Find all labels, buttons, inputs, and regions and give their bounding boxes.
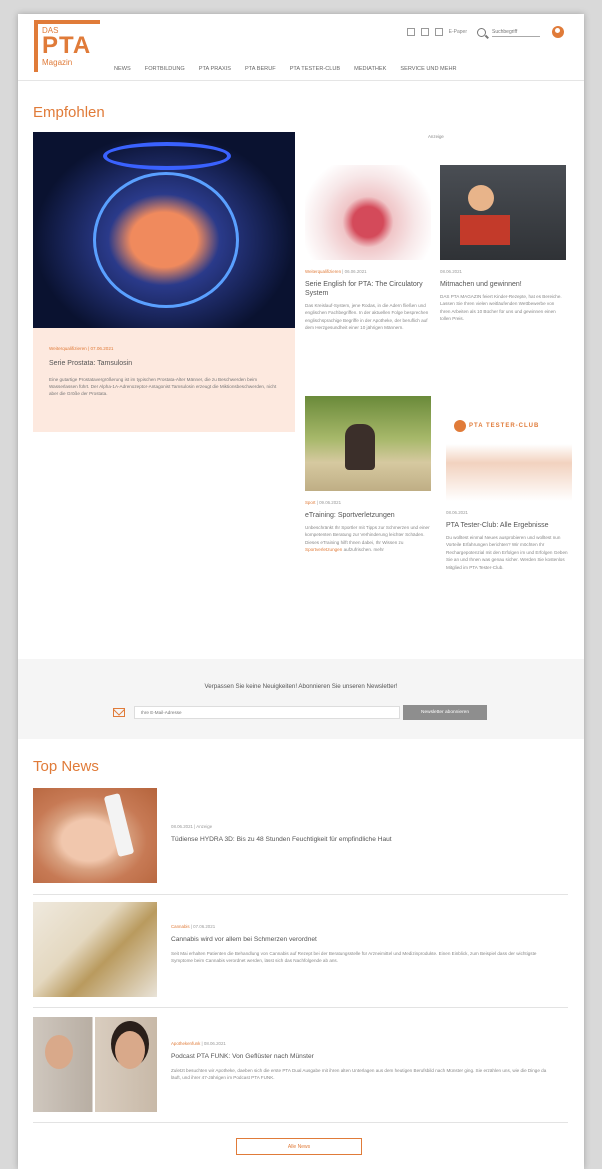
card-meta: 08.06.2021 xyxy=(446,510,572,515)
tester-logo-text: PTA TESTER-CLUB xyxy=(469,423,540,429)
mail-icon xyxy=(113,708,125,717)
article-card[interactable]: Sport | 09.06.2021 eTraining: Sportverle… xyxy=(305,396,431,554)
card-teaser: DAS PTA MAGAZIN feiert Kinder-Rezepte, h… xyxy=(440,294,562,322)
nav-item-mediathek[interactable]: MEDIATHEK xyxy=(354,66,386,72)
news-divider xyxy=(33,894,568,895)
card-teaser-text: Unbeschränkt Ihr Sportler mit Tipps zur … xyxy=(305,525,430,545)
card-date: 06.06.2021 xyxy=(344,269,367,274)
search-icon[interactable] xyxy=(477,27,486,37)
news-image xyxy=(33,788,157,883)
nav-item-pta-tester-club[interactable]: PTA TESTER-CLUB xyxy=(290,66,340,72)
newsletter-section: Verpassen Sie keine Neuigkeiten! Abonnie… xyxy=(18,659,584,739)
page: DAS PTA Magazin E-Paper NEWS FORTBILDUNG… xyxy=(18,14,584,1169)
news-meta: 08.06.2021 | Anzeige xyxy=(171,824,213,829)
card-teaser-link[interactable]: Sportverletzungen xyxy=(305,547,342,552)
news-title[interactable]: Tüdiense HYDRA 3D: Bis zu 48 Stunden Feu… xyxy=(171,836,392,843)
logo-magazin: Magazin xyxy=(42,58,73,67)
card-title[interactable]: Mitmachen und gewinnen! xyxy=(440,280,566,289)
card-date: 08.06.2021 xyxy=(440,269,462,274)
news-title[interactable]: Cannabis wird vor allem bei Schmerzen ve… xyxy=(171,936,317,943)
logo-bar-left xyxy=(34,20,38,72)
featured-image xyxy=(33,132,295,328)
news-teaser: Zuletzt besuchten wir Apotheke, daeben s… xyxy=(171,1068,547,1080)
news-category: Cannabis xyxy=(171,924,190,929)
card-image xyxy=(305,165,431,260)
news-date: 08.06.2021 xyxy=(203,1041,226,1046)
newsletter-subscribe-button[interactable]: Newsletter abonnieren xyxy=(403,705,487,720)
card-image xyxy=(440,165,566,260)
article-card[interactable]: Weiterqualifizieren | 06.06.2021 Serie E… xyxy=(305,165,431,332)
featured-meta: Weiterqualifizieren | 07.06.2021 xyxy=(49,346,114,351)
news-teaser: Seit Mai erhalten Patienten die Behandlu… xyxy=(171,951,537,963)
card-title[interactable]: eTraining: Sportverletzungen xyxy=(305,511,431,520)
search-input[interactable] xyxy=(492,27,540,37)
ad-label: Anzeige xyxy=(428,134,444,139)
card-category: Weiterqualifizieren xyxy=(305,269,342,274)
nav-item-pta-praxis[interactable]: PTA PRAXIS xyxy=(199,66,231,72)
card-title[interactable]: PTA Tester-Club: Alle Ergebnisse xyxy=(446,521,572,530)
epaper-link[interactable]: E-Paper xyxy=(449,29,467,35)
news-item[interactable]: Apothekenfunk | 08.06.2021 Podcast PTA F… xyxy=(33,1017,568,1113)
featured-article[interactable]: Weiterqualifizieren | 07.06.2021 Serie P… xyxy=(33,132,295,432)
card-title[interactable]: Serie English for PTA: The Circulatory S… xyxy=(305,280,431,298)
news-divider xyxy=(33,1007,568,1008)
utility-bar: E-Paper xyxy=(406,26,564,38)
featured-teaser: Eine gutartige Prostatavergrößerung ist … xyxy=(49,377,277,396)
card-teaser: Das Kreislauf-System, jene Rodas, in die… xyxy=(305,303,429,331)
site-logo[interactable]: DAS PTA Magazin xyxy=(34,20,100,76)
article-card[interactable]: PTA TESTER-CLUB 08.06.2021 PTA Tester-Cl… xyxy=(446,406,572,571)
newsletter-email-input[interactable] xyxy=(134,706,400,719)
nav-item-pta-beruf[interactable]: PTA BERUF xyxy=(245,66,276,72)
card-meta: 08.06.2021 xyxy=(440,269,566,274)
card-category: Sport xyxy=(305,500,316,505)
card-image xyxy=(305,396,431,491)
news-meta: Apothekenfunk | 08.06.2021 xyxy=(171,1041,226,1046)
news-image xyxy=(33,1017,157,1112)
news-date: 07.06.2021 xyxy=(193,924,216,929)
facebook-icon[interactable] xyxy=(420,28,429,36)
news-divider xyxy=(33,1122,568,1123)
nav-item-fortbildung[interactable]: FORTBILDUNG xyxy=(145,66,185,72)
user-icon[interactable] xyxy=(552,26,564,38)
news-item[interactable]: 08.06.2021 | Anzeige Tüdiense HYDRA 3D: … xyxy=(33,788,568,884)
logo-pta: PTA xyxy=(42,32,92,59)
card-date: 08.06.2021 xyxy=(446,510,468,515)
logo-bar-top xyxy=(34,20,100,24)
recommended-heading: Empfohlen xyxy=(33,104,105,121)
news-image xyxy=(33,902,157,997)
main-nav: NEWS FORTBILDUNG PTA PRAXIS PTA BERUF PT… xyxy=(114,66,457,72)
card-teaser: Du wolltest einmal Neues ausprobieren un… xyxy=(446,535,568,570)
tester-club-logo: PTA TESTER-CLUB xyxy=(454,420,539,432)
card-teaser: Unbeschränkt Ihr Sportler mit Tipps zur … xyxy=(305,524,431,554)
news-item[interactable]: Cannabis | 07.06.2021 Cannabis wird vor … xyxy=(33,902,568,998)
news-category: Apothekenfunk xyxy=(171,1041,201,1046)
card-image: PTA TESTER-CLUB xyxy=(446,406,572,501)
tester-logo-disc xyxy=(454,420,466,432)
article-card[interactable]: 08.06.2021 Mitmachen und gewinnen! DAS P… xyxy=(440,165,566,323)
top-news-heading: Top News xyxy=(33,758,99,775)
nav-item-news[interactable]: NEWS xyxy=(114,66,131,72)
card-date: 09.06.2021 xyxy=(319,500,342,505)
card-teaser-end[interactable]: aufzufrischen. mehr xyxy=(344,547,384,552)
all-news-button[interactable]: Alle News xyxy=(236,1138,362,1155)
news-meta: Cannabis | 07.06.2021 xyxy=(171,924,216,929)
card-meta: Sport | 09.06.2021 xyxy=(305,500,342,505)
card-meta: Weiterqualifizieren | 06.06.2021 xyxy=(305,269,367,274)
instagram-icon[interactable] xyxy=(406,28,415,36)
nav-divider xyxy=(18,80,584,81)
newsletter-headline: Verpassen Sie keine Neuigkeiten! Abonnie… xyxy=(204,683,398,690)
featured-title[interactable]: Serie Prostata: Tamsulosin xyxy=(49,360,132,367)
news-title[interactable]: Podcast PTA FUNK: Von Geflüster nach Mün… xyxy=(171,1053,314,1060)
nav-item-service[interactable]: SERVICE UND MEHR xyxy=(400,66,456,72)
epaper-icon[interactable] xyxy=(434,28,443,36)
